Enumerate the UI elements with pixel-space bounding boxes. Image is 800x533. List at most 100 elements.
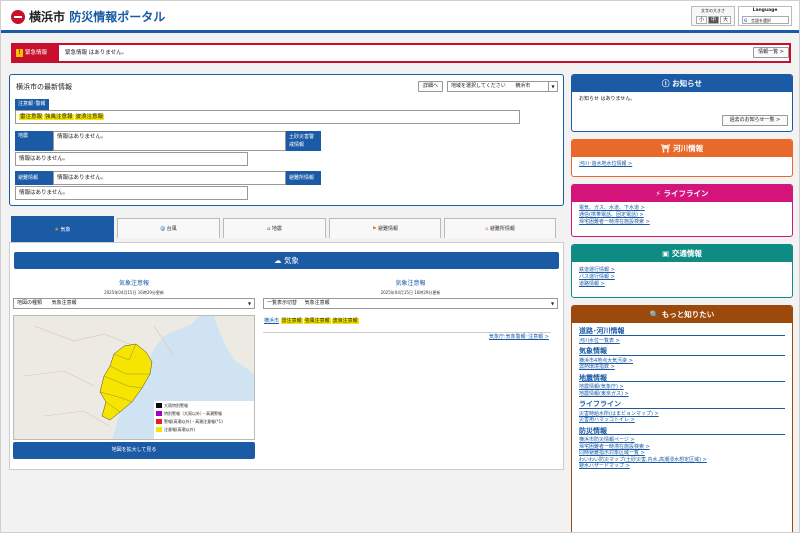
warning-list-row: 横浜市 雷注意報 強風注意報 波浪注意報 <box>264 317 360 325</box>
tab-typhoon-label: 台風 <box>166 226 177 232</box>
detail-button[interactable]: 詳細へ <box>418 81 443 92</box>
legend-swatch <box>156 419 162 424</box>
emergency-list-button[interactable]: 情報一覧 > <box>753 47 789 58</box>
river-body: 河川･遊水地水位情報 > <box>572 157 792 172</box>
map-type-value: 気象注意報 <box>51 300 77 306</box>
warnings-box: 雷注意報 強風注意報 波浪注意報 <box>15 110 520 124</box>
lifeline-body: 電気、ガス、水道、下水道 > 通信(携帯電話、固定電話) > 帰宅困難者一時滞在… <box>572 202 792 230</box>
font-size-medium-button[interactable]: 中 <box>708 16 719 24</box>
city-link[interactable]: 横浜市 <box>264 318 279 324</box>
region-value: 横浜市 <box>515 83 531 89</box>
tab-weather[interactable]: ☀ 気象 <box>11 216 114 242</box>
latest-info-panel: 横浜市の最新情報 詳細へ 地域を選択してください 横浜市 ▼ 注意報･警報 雷注… <box>9 74 564 206</box>
list-view-value: 気象注意報 <box>304 300 330 306</box>
region-placeholder: 地域を選択してください <box>451 83 506 89</box>
enlarge-map-button[interactable]: 地図を拡大して見る <box>13 442 255 459</box>
font-size-small-button[interactable]: 小 <box>696 16 707 24</box>
river-link[interactable]: 河川･遊水地水位情報 > <box>579 161 785 168</box>
info-tabs: ☀ 気象 @ 台風 ⌂ 地震 ⚑ 避難情報 ⌂ 避難所情報 <box>11 216 559 242</box>
language-select-label: 言語を選択 <box>751 18 771 23</box>
legend-label: 特別警報（大雨以外）・高潮警報 <box>164 411 222 416</box>
map-type-label: 地図の種類 <box>17 300 43 306</box>
warning-badge: 強風注意報 <box>303 318 331 324</box>
evacuation-box: 情報はありません。 <box>53 171 286 185</box>
page: 横浜市 防災情報ポータル 文字の大きさ 小 中 大 Language G 言語を… <box>0 0 800 533</box>
lifeline-link[interactable]: 電気、ガス、水道、下水道 > <box>579 205 785 212</box>
tab-earthquake[interactable]: ⌂ 地震 <box>223 218 326 238</box>
warning-badge: 強風注意報 <box>44 114 74 120</box>
google-icon: G <box>744 18 748 23</box>
tab-weather-label: 気象 <box>60 227 71 233</box>
info-icon: ⓘ <box>662 79 670 88</box>
list-updated-time: 2025年04月15日 16時29分更新 <box>380 290 441 295</box>
warning-badge: 波浪注意報 <box>331 318 359 324</box>
section-heading: 地震情報 <box>579 374 785 382</box>
more-link[interactable]: 災害用ハマッコトイレ > <box>579 417 785 424</box>
shelter-icon: ⌂ <box>485 226 489 232</box>
tab-earthquake-label: 地震 <box>271 226 282 232</box>
search-icon: 🔍 <box>649 310 660 319</box>
list-view-label: 一覧表示切替 <box>267 300 298 306</box>
typhoon-icon: @ <box>160 226 166 232</box>
legend-swatch <box>156 411 162 416</box>
site-header: 横浜市 防災情報ポータル 文字の大きさ 小 中 大 Language G 言語を… <box>1 1 799 33</box>
more-link[interactable]: 濃熱環境指数 > <box>579 364 785 371</box>
more-info-body: 道路･河川情報 河川水位一覧表 > 気象情報 横浜市4地点大気汚染 > 濃熱環境… <box>572 323 792 474</box>
list-view-select[interactable]: 一覧表示切替 気象注意報 ▼ <box>263 298 558 309</box>
map-type-select[interactable]: 地図の種類 気象注意報 ▼ <box>13 298 255 309</box>
site-logo[interactable]: 横浜市 防災情報ポータル <box>29 8 165 25</box>
warning-badge: 雷注意報 <box>19 114 44 120</box>
city-emblem-icon <box>11 10 25 24</box>
quake-box-2: 情報はありません。 <box>15 152 248 166</box>
more-link[interactable]: 地震情報(東京ガス) > <box>579 391 785 398</box>
weather-section-title: ☁ 気象 <box>14 252 559 269</box>
emergency-tag-label: 緊急情報 <box>25 50 48 56</box>
section-heading: 道路･河川情報 <box>579 328 785 336</box>
more-info-title: もっと知りたい <box>661 310 715 319</box>
alert-icon: ! <box>16 49 23 57</box>
tab-shelter[interactable]: ⌂ 避難所情報 <box>444 218 556 238</box>
torii-icon: ⛩ <box>660 144 671 153</box>
section-heading: 気象情報 <box>579 348 785 356</box>
font-size-label: 文字の大きさ <box>701 8 725 13</box>
shelter-tag: 避難所情報 <box>286 171 321 185</box>
traffic-link[interactable]: バス運行情報 > <box>579 274 785 281</box>
traffic-link[interactable]: 鉄道運行情報 > <box>579 267 785 274</box>
landslide-tag: 土砂災害警戒情報 <box>286 131 321 151</box>
section-heading: 防災情報 <box>579 427 785 435</box>
past-notices-button[interactable]: 過去のお知らせ一覧 > <box>722 115 788 126</box>
river-title: 河川情報 <box>673 144 704 153</box>
traffic-link[interactable]: 道路情報 > <box>579 281 785 288</box>
lifeline-link[interactable]: 帰宅困難者一時滞在施設検索 > <box>579 219 785 226</box>
font-size-large-button[interactable]: 大 <box>720 16 731 24</box>
evacuation-icon: ⚑ <box>371 226 377 232</box>
more-link[interactable]: 河川水位一覧表 > <box>579 338 785 345</box>
tab-typhoon[interactable]: @ 台風 <box>117 218 220 238</box>
latest-info-title: 横浜市の最新情報 <box>16 83 72 91</box>
jma-link[interactable]: 気象庁:気象警報･注意報 > <box>489 333 549 340</box>
language-select[interactable]: G 言語を選択 <box>742 16 789 24</box>
map-warnings-title: 気象注意報 <box>118 280 149 287</box>
warnings-tag: 注意報･警報 <box>15 99 49 110</box>
tab-evacuation[interactable]: ⚑ 避難情報 <box>329 218 441 238</box>
more-link[interactable]: 避水ハザードマップ > <box>579 463 785 470</box>
legend-label: 大雨特別警報 <box>164 403 188 408</box>
cloud-icon: ☁ <box>274 256 282 265</box>
emergency-tag: ! 緊急情報 <box>13 45 59 61</box>
weather-section-title-label: 気象 <box>283 256 299 265</box>
quake-box: 情報はありません。 <box>53 131 286 151</box>
chevron-down-icon: ▼ <box>548 82 557 91</box>
region-select[interactable]: 地域を選択してください 横浜市 ▼ <box>447 81 558 92</box>
lifeline-panel: ⚡ ライフライン 電気、ガス、水道、下水道 > 通信(携帯電話、固定電話) > … <box>571 184 793 237</box>
legend-item: 大雨特別警報 <box>156 402 252 409</box>
quake-tag: 地震 <box>15 131 53 151</box>
notice-panel: ⓘ お知らせ お知らせ はありません。 過去のお知らせ一覧 > <box>571 74 793 132</box>
traffic-title: 交通情報 <box>671 249 702 258</box>
legend-label: 注意報(高潮以外) <box>164 427 196 432</box>
lifeline-link[interactable]: 通信(携帯電話、固定電話) > <box>579 212 785 219</box>
evacuation-box-2: 情報はありません。 <box>15 186 248 200</box>
chevron-down-icon: ▼ <box>247 301 252 306</box>
legend-item: 注意報(高潮以外) <box>156 426 252 433</box>
chevron-down-icon: ▼ <box>550 301 555 306</box>
lifeline-title: ライフライン <box>663 189 709 198</box>
